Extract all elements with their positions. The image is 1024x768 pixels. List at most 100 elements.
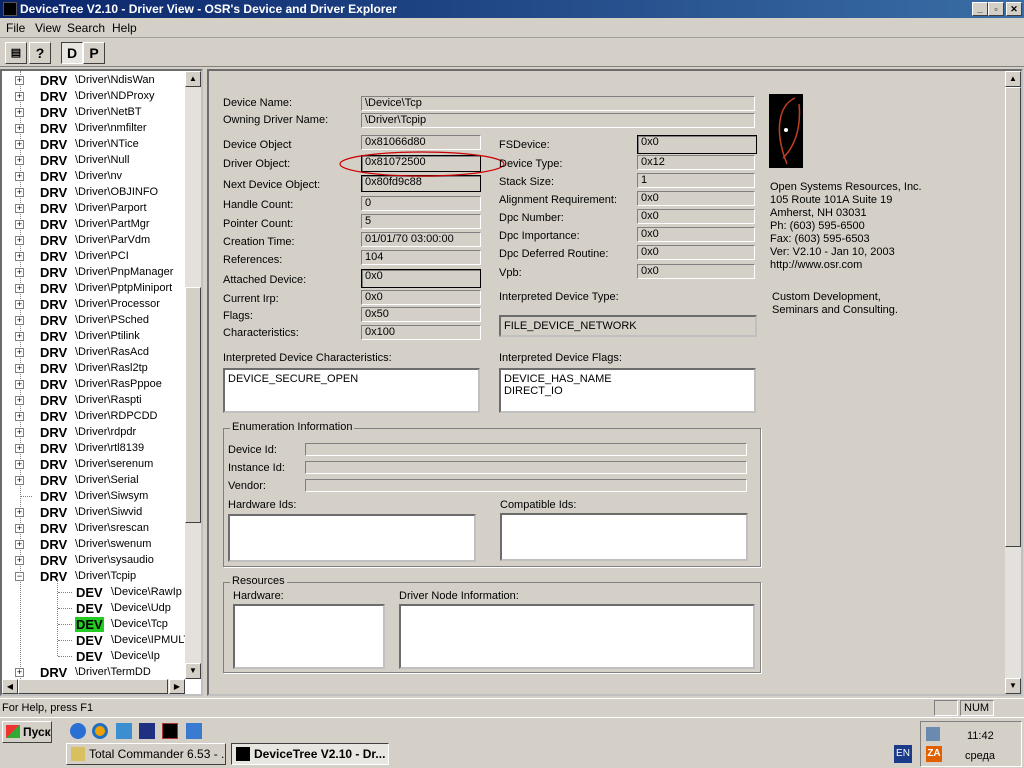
tree-driver-item[interactable]: + DRV \Driver\PartMgr (2, 216, 185, 232)
save-icon[interactable] (139, 723, 155, 739)
tree-driver-item[interactable]: + DRV \Driver\Null (2, 152, 185, 168)
lang-indicator[interactable]: EN (894, 745, 912, 763)
expand-icon[interactable]: + (15, 300, 24, 309)
expand-icon[interactable]: + (15, 140, 24, 149)
tree-driver-item[interactable]: + DRV \Driver\rtl8139 (2, 440, 185, 456)
expand-icon[interactable]: + (15, 396, 24, 405)
expand-icon[interactable]: + (15, 268, 24, 277)
help-icon[interactable]: ? (29, 42, 51, 64)
start-button[interactable]: Пуск (2, 721, 52, 743)
explorer-icon[interactable] (116, 723, 132, 739)
tree-driver-item[interactable]: + DRV \Driver\Processor (2, 296, 185, 312)
expand-icon[interactable]: + (15, 316, 24, 325)
scroll-down-icon[interactable]: ▼ (185, 663, 201, 679)
tree-driver-item[interactable]: + DRV \Driver\PptpMiniport (2, 280, 185, 296)
devicetree-icon[interactable] (162, 723, 178, 739)
tree-driver-item[interactable]: + DRV \Driver\Siwvid (2, 504, 185, 520)
tree-driver-item[interactable]: + DRV \Driver\PnpManager (2, 264, 185, 280)
expand-icon[interactable]: + (15, 444, 24, 453)
tree-driver-item[interactable]: + DRV \Driver\swenum (2, 536, 185, 552)
expand-icon[interactable]: + (15, 156, 24, 165)
menu-help[interactable]: Help (112, 21, 137, 35)
close-button[interactable]: ✕ (1006, 2, 1022, 16)
expand-icon[interactable]: + (15, 92, 24, 101)
tree-driver-item[interactable]: + DRV \Driver\nv (2, 168, 185, 184)
tree-driver-item[interactable]: + DRV \Driver\Raspti (2, 392, 185, 408)
tree-driver-item[interactable]: + DRV \Driver\TermDD (2, 664, 185, 679)
driver-view-button[interactable]: D (61, 42, 83, 64)
tree-driver-item[interactable]: + DRV \Driver\ParVdm (2, 232, 185, 248)
tree-driver-item[interactable]: + DRV \Driver\rdpdr (2, 424, 185, 440)
tree-vertical-scrollbar[interactable]: ▲ ▼ (185, 71, 201, 679)
scroll-right-icon[interactable]: ▶ (169, 679, 185, 694)
scroll-up-icon[interactable]: ▲ (1005, 71, 1021, 87)
scroll-left-icon[interactable]: ◀ (2, 679, 18, 694)
tree-device-item[interactable]: DEV \Device\IPMULTICAST (2, 632, 185, 648)
expand-icon[interactable]: + (15, 428, 24, 437)
tree-device-item[interactable]: DEV \Device\Ip (2, 648, 185, 664)
media-player-icon[interactable] (92, 723, 108, 739)
expand-icon[interactable]: + (15, 668, 24, 677)
tree-driver-item[interactable]: + DRV \Driver\NdisWan (2, 72, 185, 88)
expand-icon[interactable]: + (15, 540, 24, 549)
expand-icon[interactable]: + (15, 76, 24, 85)
tree-device-item[interactable]: DEV \Device\Udp (2, 600, 185, 616)
attached-device-field[interactable]: 0x0 (361, 269, 481, 288)
ie-icon[interactable] (70, 723, 86, 739)
scroll-up-icon[interactable]: ▲ (185, 71, 201, 87)
expand-icon[interactable]: + (15, 252, 24, 261)
menu-search[interactable]: Search (67, 21, 105, 35)
tree-driver-item[interactable]: + DRV \Driver\PSched (2, 312, 185, 328)
expand-icon[interactable]: + (15, 284, 24, 293)
expand-icon[interactable]: + (15, 412, 24, 421)
tree-driver-item[interactable]: + DRV \Driver\NDProxy (2, 88, 185, 104)
menu-view[interactable]: View (35, 21, 61, 35)
tree-driver-item[interactable]: + DRV \Driver\nmfilter (2, 120, 185, 136)
expand-icon[interactable]: + (15, 476, 24, 485)
expand-icon[interactable]: + (15, 348, 24, 357)
tree-driver-item[interactable]: − DRV \Driver\Tcpip (2, 568, 185, 584)
tree-driver-item[interactable]: + DRV \Driver\NetBT (2, 104, 185, 120)
expand-icon[interactable]: + (15, 460, 24, 469)
tree-driver-item[interactable]: + DRV \Driver\PCI (2, 248, 185, 264)
scroll-thumb[interactable] (1005, 87, 1021, 547)
scroll-down-icon[interactable]: ▼ (1005, 678, 1021, 694)
tree-driver-item[interactable]: + DRV \Driver\serenum (2, 456, 185, 472)
clock-time[interactable]: 11:42 (967, 730, 994, 742)
minimize-button[interactable]: _ (972, 2, 988, 16)
scroll-thumb[interactable] (185, 287, 201, 523)
tree-device-item[interactable]: DEV \Device\RawIp (2, 584, 185, 600)
tree-driver-item[interactable]: + DRV \Driver\RasPppoe (2, 376, 185, 392)
grid-icon[interactable] (186, 723, 202, 739)
tree-driver-item[interactable]: + DRV \Driver\RasAcd (2, 344, 185, 360)
expand-icon[interactable]: + (15, 188, 24, 197)
tree-driver-item[interactable]: + DRV \Driver\RDPCDD (2, 408, 185, 424)
tree-driver-item[interactable]: + DRV \Driver\Parport (2, 200, 185, 216)
menu-file[interactable]: File (6, 21, 25, 35)
tree-horizontal-scrollbar[interactable]: ◀ ▶ (2, 679, 185, 694)
maximize-button[interactable]: ▫ (988, 2, 1004, 16)
print-icon[interactable]: ▤ (5, 42, 27, 64)
zonealarm-icon[interactable]: ZA (926, 746, 942, 762)
network-icon[interactable] (926, 727, 940, 741)
fsdevice-field[interactable]: 0x0 (637, 135, 757, 154)
expand-icon[interactable]: + (15, 108, 24, 117)
tree-driver-item[interactable]: + DRV \Driver\Rasl2tp (2, 360, 185, 376)
task-devicetree[interactable]: DeviceTree V2.10 - Dr... (231, 743, 389, 765)
tree-driver-item[interactable]: + DRV \Driver\srescan (2, 520, 185, 536)
expand-icon[interactable]: + (15, 124, 24, 133)
collapse-icon[interactable]: − (15, 572, 24, 581)
expand-icon[interactable]: + (15, 204, 24, 213)
tree-driver-item[interactable]: DRV \Driver\Siwsym (2, 488, 185, 504)
pnp-view-button[interactable]: P (83, 42, 105, 64)
details-vertical-scrollbar[interactable]: ▲ ▼ (1005, 71, 1021, 694)
tree-device-item[interactable]: DEV \Device\Tcp (2, 616, 185, 632)
tree-driver-item[interactable]: + DRV \Driver\Serial (2, 472, 185, 488)
expand-icon[interactable]: + (15, 220, 24, 229)
hscroll-thumb[interactable] (18, 679, 168, 694)
expand-icon[interactable]: + (15, 332, 24, 341)
tree-driver-item[interactable]: + DRV \Driver\NTice (2, 136, 185, 152)
task-total-commander[interactable]: Total Commander 6.53 - ... (66, 743, 226, 765)
expand-icon[interactable]: + (15, 364, 24, 373)
expand-icon[interactable]: + (15, 172, 24, 181)
